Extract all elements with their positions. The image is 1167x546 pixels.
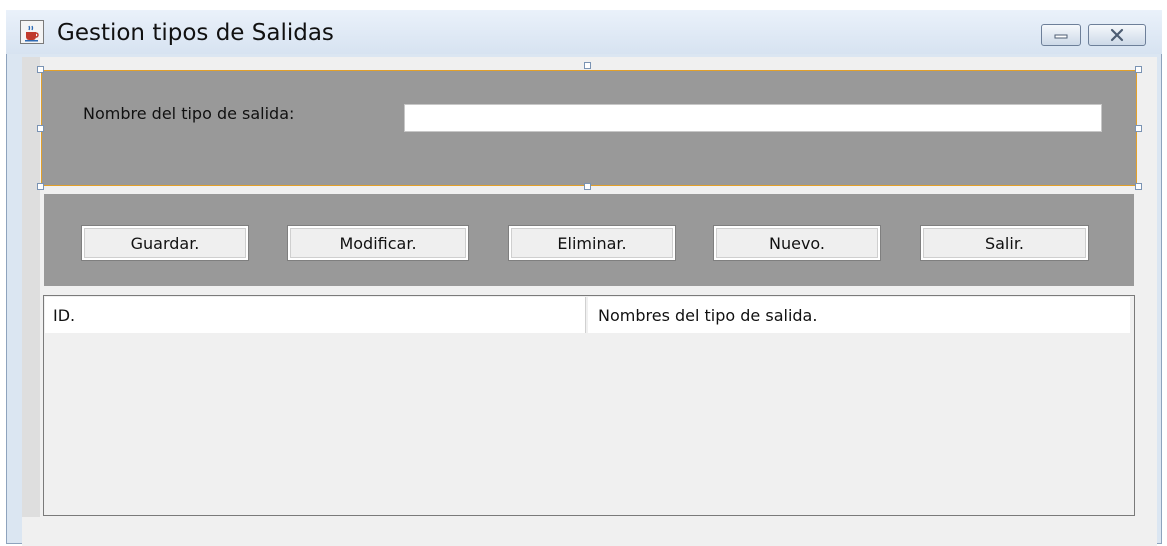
minimize-button[interactable] (1041, 24, 1081, 46)
resize-handle[interactable] (584, 62, 591, 69)
resize-handle[interactable] (37, 125, 44, 132)
minimize-icon (1054, 34, 1068, 39)
resize-handle[interactable] (584, 183, 591, 190)
java-coffee-icon[interactable] (20, 20, 44, 44)
exit-button[interactable]: Salir. (920, 225, 1089, 261)
close-icon (1110, 28, 1124, 42)
resize-handle[interactable] (1135, 125, 1142, 132)
column-header-id[interactable]: ID. (45, 297, 586, 333)
bottom-guide-strip (22, 518, 1157, 544)
application-window: Gestion tipos de Salidas Nombre del tipo… (0, 0, 1167, 546)
name-input[interactable] (404, 104, 1102, 132)
window-title: Gestion tipos de Salidas (57, 20, 334, 46)
new-button[interactable]: Nuevo. (713, 225, 881, 261)
close-button[interactable] (1088, 24, 1146, 46)
column-header-name[interactable]: Nombres del tipo de salida. (588, 297, 1130, 333)
save-button[interactable]: Guardar. (81, 225, 249, 261)
resize-handle[interactable] (1135, 183, 1142, 190)
delete-button[interactable]: Eliminar. (508, 225, 676, 261)
name-label: Nombre del tipo de salida: (83, 104, 295, 123)
resize-handle[interactable] (37, 66, 44, 73)
resize-handle[interactable] (1135, 66, 1142, 73)
modify-button[interactable]: Modificar. (287, 225, 469, 261)
resize-handle[interactable] (37, 183, 44, 190)
